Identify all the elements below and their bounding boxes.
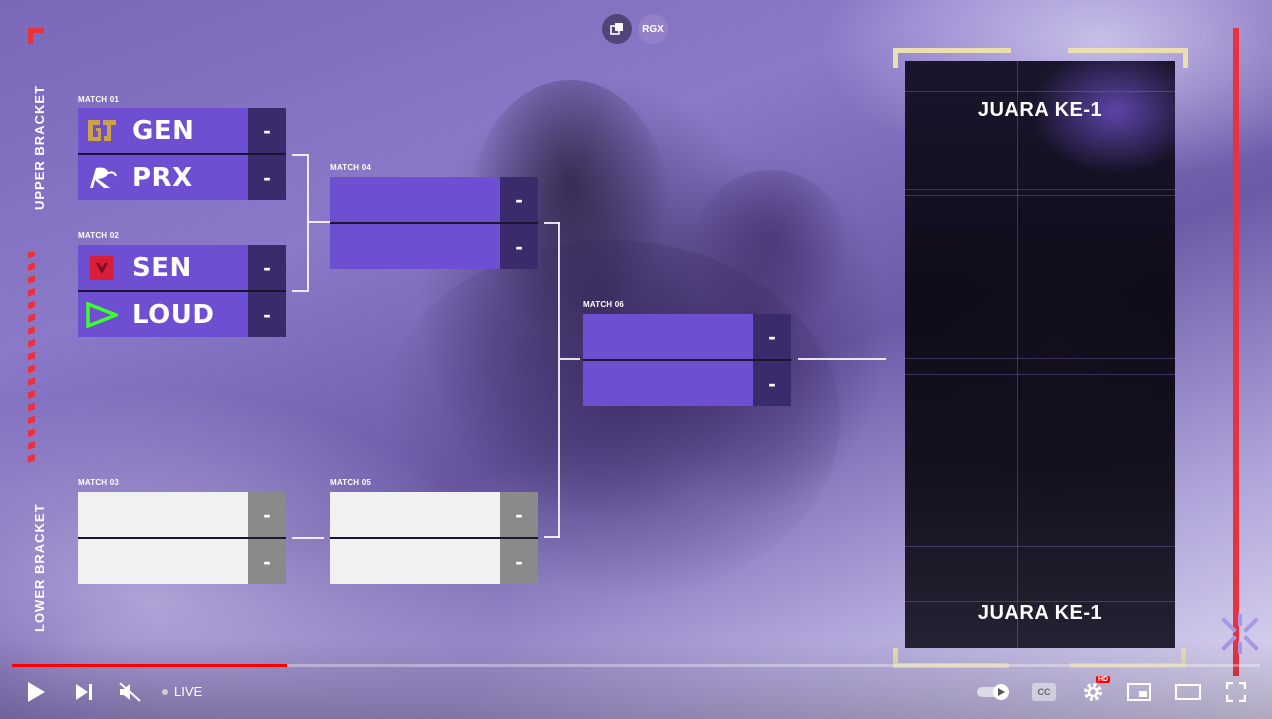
- captions-icon: CC: [1032, 683, 1056, 701]
- bracket-connector: [307, 154, 309, 292]
- team-name: SEN: [132, 252, 192, 283]
- autoplay-toggle[interactable]: [976, 680, 1012, 704]
- grid-line: [905, 189, 1175, 190]
- grid-line: [905, 195, 1175, 196]
- video-frame[interactable]: RGX UPPER BRACKET LOWER BRACKET MATCH 01…: [0, 0, 1272, 719]
- bracket-connector: [292, 290, 308, 292]
- theater-icon: [1175, 684, 1201, 700]
- upper-bracket-label: UPPER BRACKET: [32, 85, 47, 210]
- team-score: -: [248, 492, 286, 537]
- bracket-connector: [798, 358, 886, 360]
- champion-title-top: JUARA KE-1: [977, 99, 1103, 121]
- team-score: -: [248, 292, 286, 337]
- copy-icon[interactable]: [602, 14, 632, 44]
- match-05-label: MATCH 05: [330, 478, 372, 487]
- miniplayer-button[interactable]: [1126, 680, 1152, 704]
- match-03-label: MATCH 03: [78, 478, 120, 487]
- gen-logo-icon: [86, 115, 118, 147]
- bracket-connector: [560, 358, 580, 360]
- fullscreen-button[interactable]: [1224, 680, 1248, 704]
- prx-logo-icon: [86, 162, 118, 194]
- fullscreen-icon: [1226, 682, 1246, 702]
- team-row[interactable]: -: [78, 539, 286, 584]
- team-row[interactable]: -: [583, 314, 791, 359]
- grid-line: [905, 374, 1175, 375]
- bracket-connector: [544, 536, 560, 538]
- progress-fill: [12, 664, 287, 667]
- team-score: -: [248, 108, 286, 153]
- team-score: -: [500, 539, 538, 584]
- lower-bracket-label: LOWER BRACKET: [32, 503, 47, 632]
- team-row[interactable]: -: [330, 492, 538, 537]
- team-score: -: [500, 177, 538, 222]
- team-row[interactable]: PRX -: [78, 155, 286, 200]
- team-row[interactable]: -: [583, 361, 791, 406]
- grid-line: [905, 91, 1175, 92]
- captions-button[interactable]: CC: [1031, 680, 1057, 704]
- autoplay-toggle-icon: [977, 684, 1009, 700]
- match-06: - -: [583, 314, 791, 406]
- champion-title-bottom: JUARA KE-1: [977, 602, 1103, 624]
- channel-badge-text: RGX: [642, 23, 664, 35]
- progress-bar[interactable]: [12, 664, 1260, 667]
- channel-avatar[interactable]: RGX: [638, 14, 668, 44]
- team-row[interactable]: -: [330, 224, 538, 269]
- match-06-label: MATCH 06: [583, 300, 625, 309]
- team-score: -: [500, 224, 538, 269]
- live-indicator[interactable]: LIVE: [162, 684, 202, 699]
- accent-bar: [1233, 28, 1239, 676]
- bracket-connector: [558, 222, 560, 538]
- team-score: -: [753, 314, 791, 359]
- mute-icon: [119, 682, 141, 702]
- corner-accent: [28, 28, 44, 44]
- mute-button[interactable]: [118, 680, 142, 704]
- settings-icon: [1084, 683, 1102, 701]
- team-score: -: [753, 361, 791, 406]
- loud-logo-icon: [86, 299, 118, 331]
- bracket-connector: [292, 154, 308, 156]
- play-button[interactable]: [24, 680, 48, 704]
- top-channel-icons: RGX: [602, 14, 668, 44]
- match-02: SEN - LOUD -: [78, 245, 286, 337]
- miniplayer-icon: [1127, 683, 1151, 701]
- match-04: - -: [330, 177, 538, 269]
- match-05: - -: [330, 492, 538, 584]
- team-row[interactable]: -: [78, 492, 286, 537]
- live-label: LIVE: [174, 684, 203, 699]
- theater-button[interactable]: [1175, 680, 1201, 704]
- match-02-label: MATCH 02: [78, 231, 120, 240]
- next-icon: [76, 684, 92, 700]
- team-row[interactable]: SEN -: [78, 245, 286, 290]
- team-row[interactable]: LOUD -: [78, 292, 286, 337]
- team-row[interactable]: GEN -: [78, 108, 286, 153]
- team-score: -: [248, 155, 286, 200]
- match-04-label: MATCH 04: [330, 163, 372, 172]
- team-score: -: [248, 245, 286, 290]
- team-score: -: [500, 492, 538, 537]
- grid-line: [1017, 61, 1018, 648]
- match-01-label: MATCH 01: [78, 95, 120, 104]
- grid-line: [905, 546, 1175, 547]
- sen-logo-icon: [86, 252, 118, 284]
- next-button[interactable]: [72, 680, 96, 704]
- settings-button[interactable]: HD: [1080, 676, 1111, 704]
- bracket-connector: [292, 537, 324, 539]
- team-score: -: [248, 539, 286, 584]
- play-icon: [28, 682, 45, 702]
- hatch-accent: [28, 252, 35, 464]
- hd-badge: HD: [1096, 676, 1111, 683]
- bracket-connector: [308, 221, 330, 223]
- live-dot-icon: [162, 688, 168, 695]
- team-row[interactable]: -: [330, 539, 538, 584]
- team-row[interactable]: -: [330, 177, 538, 222]
- match-03: - -: [78, 492, 286, 584]
- team-name: GEN: [132, 115, 195, 146]
- match-01: GEN - PRX -: [78, 108, 286, 200]
- team-name: LOUD: [132, 299, 215, 330]
- grid-line: [905, 358, 1175, 359]
- team-name: PRX: [132, 162, 193, 193]
- champion-panel: JUARA KE-1 JUARA KE-1: [905, 61, 1175, 648]
